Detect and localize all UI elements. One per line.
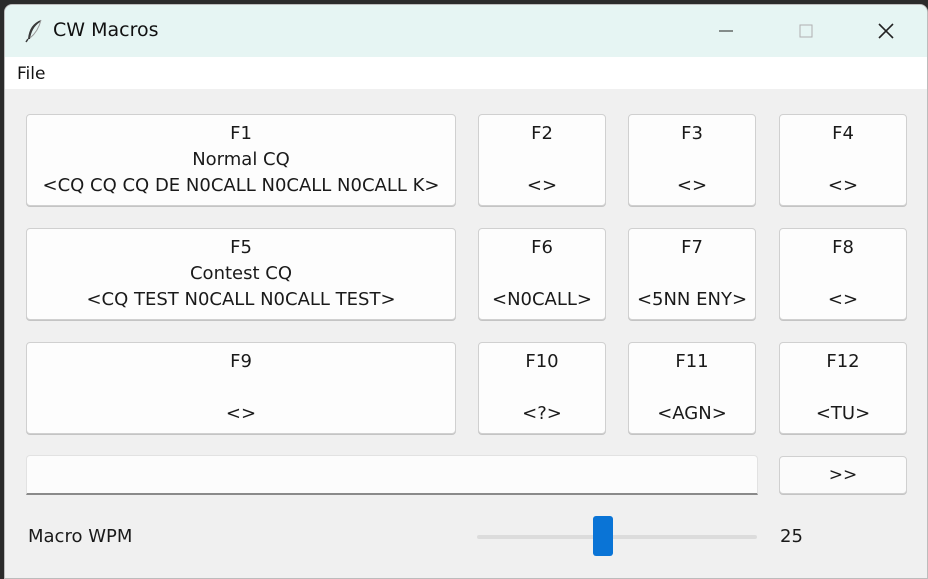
macro-text: <CQ CQ CQ DE N0CALL N0CALL N0CALL K>: [42, 175, 440, 196]
macro-key: F5: [230, 237, 252, 258]
macro-text: <>: [676, 175, 708, 196]
macro-button-f7[interactable]: F7 <5NN ENY>: [628, 228, 756, 320]
macro-key: F11: [675, 351, 709, 372]
feather-icon: [25, 19, 42, 43]
macro-text: <AGN>: [657, 403, 727, 424]
wpm-value: 25: [780, 526, 803, 547]
macro-key: F3: [681, 123, 703, 144]
macro-button-f9[interactable]: F9 <>: [26, 342, 456, 434]
minimize-button[interactable]: [697, 5, 755, 57]
maximize-button[interactable]: [777, 5, 835, 57]
macro-key: F9: [230, 351, 252, 372]
macro-text: <TU>: [815, 403, 871, 424]
macro-button-f3[interactable]: F3 <>: [628, 114, 756, 206]
macro-text: <CQ TEST N0CALL N0CALL TEST>: [86, 289, 396, 310]
macro-text: <>: [526, 175, 558, 196]
macro-button-f8[interactable]: F8 <>: [779, 228, 907, 320]
macro-button-f1[interactable]: F1 Normal CQ <CQ CQ CQ DE N0CALL N0CALL …: [26, 114, 456, 206]
macro-text: <>: [827, 289, 859, 310]
macro-name: [629, 261, 755, 287]
macro-name: Normal CQ: [192, 149, 290, 170]
macro-button-f6[interactable]: F6 <N0CALL>: [478, 228, 606, 320]
macro-button-f2[interactable]: F2 <>: [478, 114, 606, 206]
macro-text: <?>: [522, 403, 562, 424]
macro-button-f5[interactable]: F5 Contest CQ <CQ TEST N0CALL N0CALL TES…: [26, 228, 456, 320]
menu-file[interactable]: File: [17, 64, 45, 84]
macro-text: <N0CALL>: [491, 289, 593, 310]
macro-text: <>: [225, 403, 257, 424]
minimize-icon: [719, 30, 733, 32]
macro-name: [479, 261, 605, 287]
macro-text-entry[interactable]: [26, 455, 758, 495]
macro-key: F4: [832, 123, 854, 144]
macro-key: F12: [826, 351, 860, 372]
wpm-slider-thumb[interactable]: [593, 516, 613, 556]
title-bar[interactable]: CW Macros: [5, 5, 927, 57]
macro-text: <5NN ENY>: [636, 289, 748, 310]
close-button[interactable]: [857, 5, 915, 57]
macro-button-f4[interactable]: F4 <>: [779, 114, 907, 206]
macro-name: [780, 147, 906, 173]
macro-key: F1: [230, 123, 252, 144]
wpm-slider-track[interactable]: [477, 535, 757, 539]
macro-name: [780, 261, 906, 287]
close-icon: [878, 23, 894, 39]
macro-key: F2: [531, 123, 553, 144]
window-title: CW Macros: [53, 19, 159, 41]
cw-macros-window: CW Macros File F1 Normal CQ <CQ CQ CQ DE…: [4, 4, 928, 579]
macro-key: F7: [681, 237, 703, 258]
macro-name: [629, 147, 755, 173]
macro-name: [27, 375, 455, 401]
send-button[interactable]: >>: [779, 456, 907, 494]
macro-name: [780, 375, 906, 401]
macro-name: [479, 375, 605, 401]
macro-key: F6: [531, 237, 553, 258]
wpm-label: Macro WPM: [28, 526, 133, 547]
macro-key: F8: [832, 237, 854, 258]
macro-text: <>: [827, 175, 859, 196]
macro-button-f12[interactable]: F12 <TU>: [779, 342, 907, 434]
menu-bar: File: [5, 57, 927, 89]
maximize-icon: [799, 24, 813, 38]
macro-name: [479, 147, 605, 173]
macro-button-f11[interactable]: F11 <AGN>: [628, 342, 756, 434]
macro-button-f10[interactable]: F10 <?>: [478, 342, 606, 434]
macro-key: F10: [525, 351, 559, 372]
macro-name: [629, 375, 755, 401]
macro-name: Contest CQ: [189, 263, 292, 284]
